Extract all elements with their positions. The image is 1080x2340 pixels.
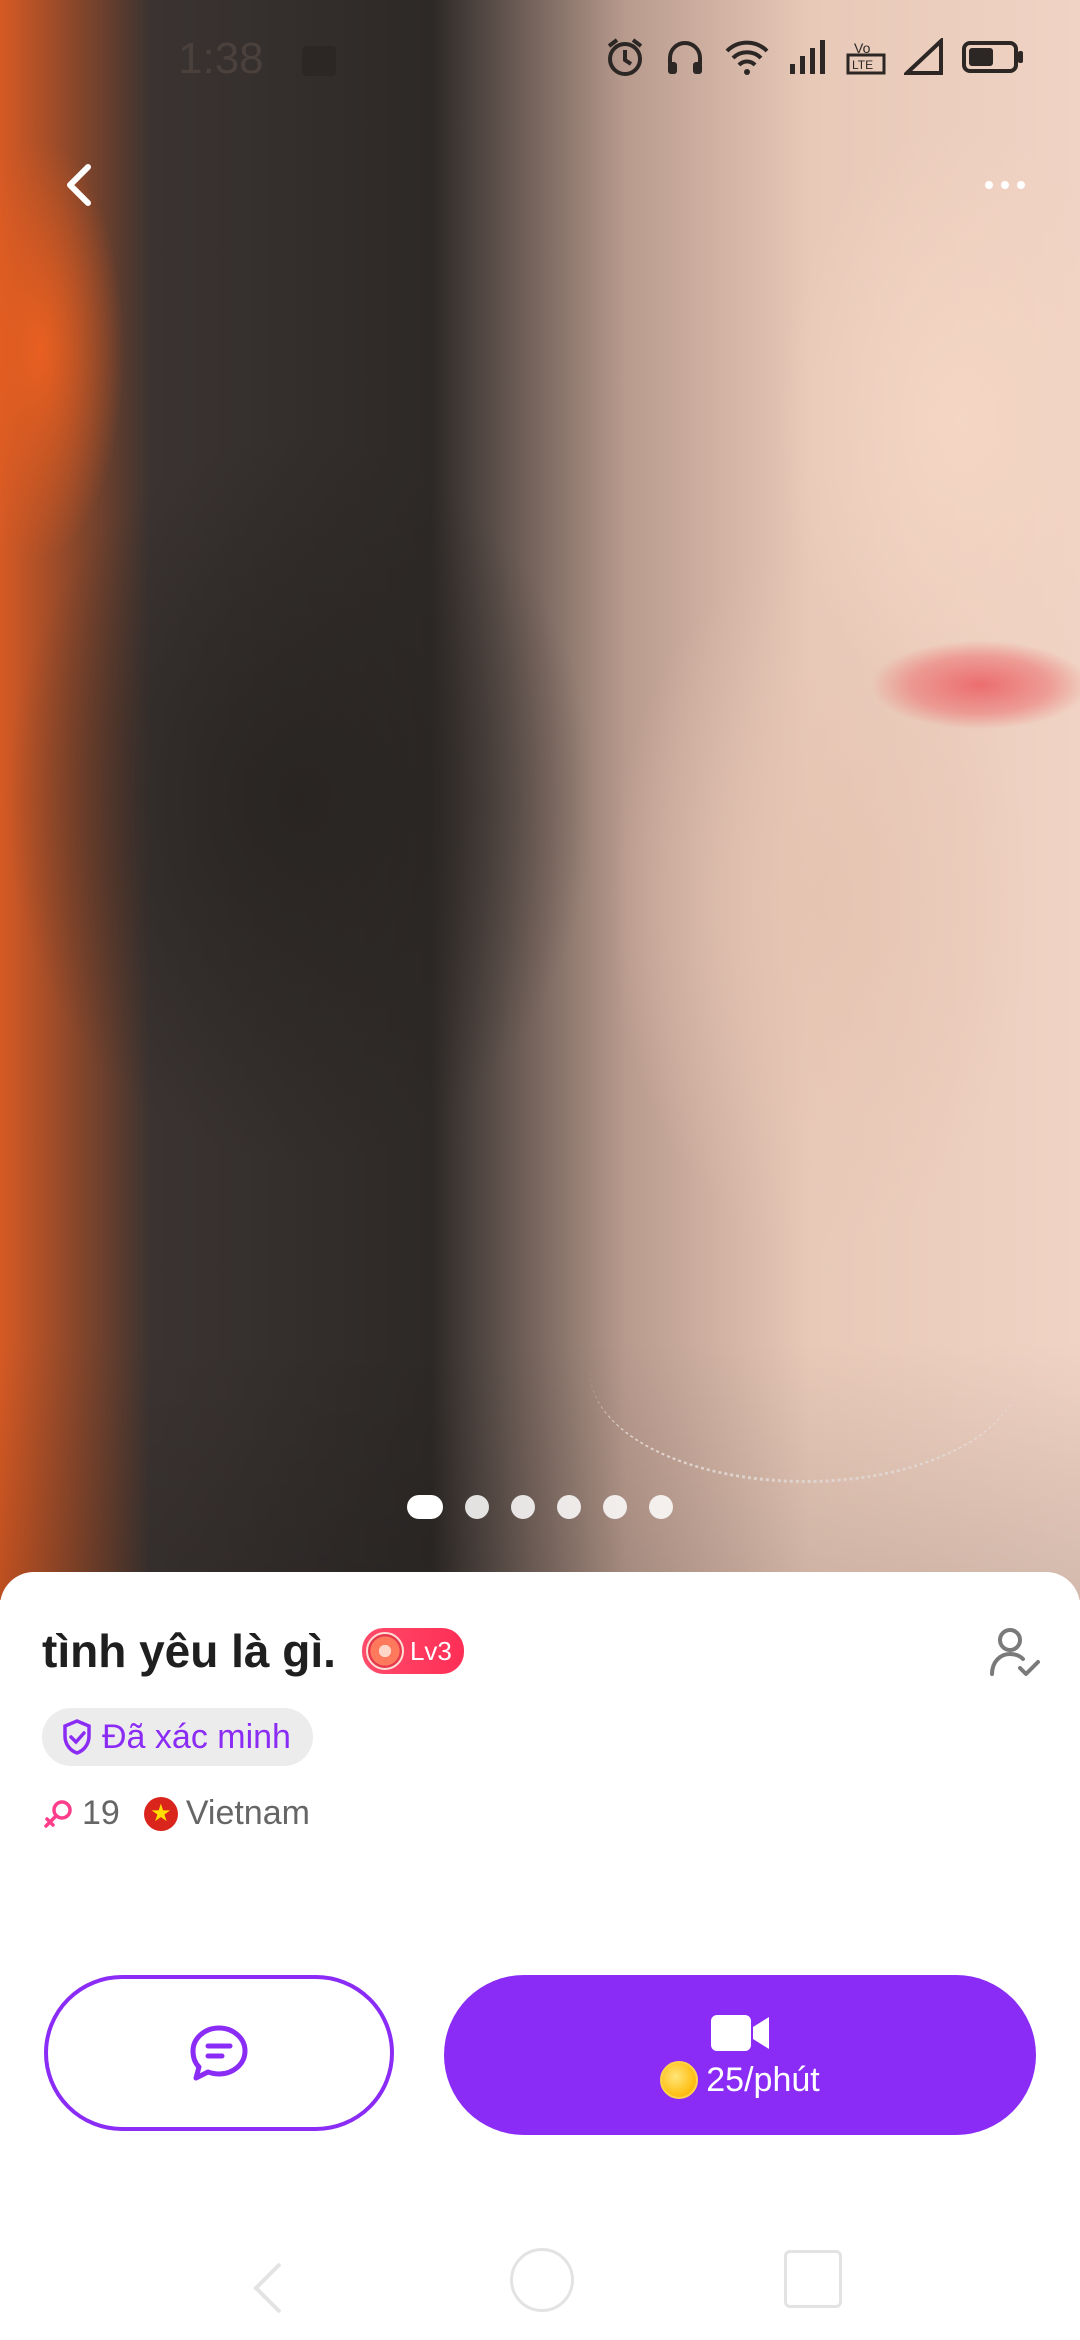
pager-dot[interactable] <box>557 1495 581 1519</box>
pager-dot[interactable] <box>603 1495 627 1519</box>
pager-dot[interactable] <box>465 1495 489 1519</box>
female-icon <box>44 1799 72 1828</box>
nav-home-icon[interactable] <box>510 2248 574 2312</box>
photo-pager <box>0 1495 1080 1519</box>
headphones-icon <box>668 41 702 74</box>
chat-button[interactable] <box>44 1975 394 2131</box>
signal-icon <box>790 40 825 74</box>
svg-text:Vo: Vo <box>854 40 871 56</box>
more-options-button[interactable] <box>960 145 1050 225</box>
more-dots-icon <box>1001 181 1009 189</box>
system-nav-bar <box>0 2220 1080 2340</box>
video-call-button[interactable]: 25/phút <box>444 1975 1036 2135</box>
name-row: tình yêu là gì. Lv3 <box>42 1624 464 1678</box>
age-item: 19 <box>42 1794 120 1833</box>
alarm-icon <box>607 38 643 76</box>
level-label: Lv3 <box>409 1635 452 1666</box>
nav-recents-icon[interactable] <box>784 2250 842 2308</box>
shield-check-icon <box>63 1719 91 1755</box>
profile-photo[interactable] <box>0 0 1080 1600</box>
price-row: 25/phút <box>660 2060 820 2100</box>
follow-user-icon[interactable] <box>984 1622 1044 1682</box>
status-icons: Vo LTE <box>604 36 1024 78</box>
signal-empty-icon <box>904 38 943 75</box>
country-item: ★ Vietnam <box>143 1794 310 1833</box>
chat-bubble-icon <box>190 2025 248 2081</box>
age-value: 19 <box>82 1794 120 1832</box>
verified-label: Đã xác minh <box>102 1717 291 1756</box>
nav-back-icon[interactable] <box>248 2260 288 2316</box>
image-icon <box>302 46 336 76</box>
photo-detail <box>870 640 1080 730</box>
profile-meta: 19 ★ Vietnam <box>42 1794 310 1833</box>
level-badge: Lv3 <box>361 1628 464 1674</box>
verified-badge: Đã xác minh <box>42 1708 313 1766</box>
country-value: Vietnam <box>185 1794 310 1832</box>
coin-icon <box>660 2061 699 2099</box>
chevron-left-icon <box>67 164 91 206</box>
more-dots-icon <box>1017 181 1025 189</box>
pager-dot[interactable] <box>649 1495 673 1519</box>
battery-icon <box>962 41 1023 73</box>
pager-dot-active[interactable] <box>407 1495 443 1519</box>
profile-name: tình yêu là gì. <box>42 1625 336 1677</box>
price-label: 25/phút <box>706 2060 820 2099</box>
photo-detail <box>590 1260 1020 1483</box>
wifi-icon <box>725 40 769 75</box>
pager-dot[interactable] <box>511 1495 535 1519</box>
volte-icon: Vo LTE <box>846 40 886 75</box>
more-dots-icon <box>985 181 993 189</box>
back-button[interactable] <box>40 145 120 225</box>
level-icon <box>365 1632 404 1670</box>
video-camera-icon <box>711 2014 769 2051</box>
vietnam-flag-icon: ★ <box>143 1796 178 1831</box>
status-time: 1:38 <box>178 34 264 83</box>
status-bar: 1:38 Vo LTE <box>0 0 1080 125</box>
svg-text:LTE: LTE <box>852 58 873 72</box>
